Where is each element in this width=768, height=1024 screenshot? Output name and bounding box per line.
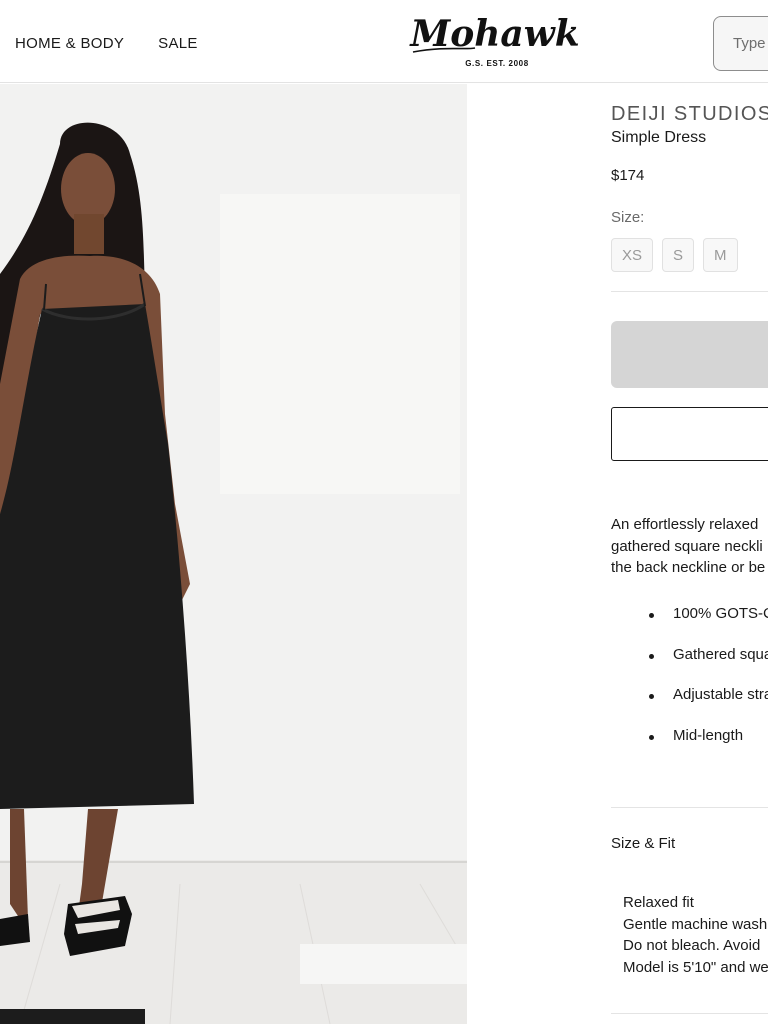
logo-subtitle: G.S. EST. 2008 [465,59,529,68]
size-option-m[interactable]: M [703,238,738,272]
size-fit-line: Relaxed fit [623,894,694,911]
product-description: An effortlessly relaxed gathered square … [611,514,768,579]
feature-list: 100% GOTS-C Gathered squa Adjustable str… [649,605,768,768]
search-input[interactable] [713,16,768,71]
secondary-purchase-button[interactable] [611,407,768,461]
mohawk-logo-icon: Mohawk [408,13,579,55]
size-fit-line: Do not bleach. Avoid [623,937,761,954]
add-to-cart-button[interactable] [611,321,768,388]
product-price: $174 [611,167,645,184]
model-photo [0,84,467,1024]
nav-item-sale[interactable]: SALE [158,35,198,52]
divider [611,291,768,292]
product-page: HOME & BODY SALE Mohawk G.S. EST. 2008 T… [0,0,768,1024]
size-option-xs[interactable]: XS [611,238,654,272]
feature-item: 100% GOTS-C [649,605,768,646]
size-fit-line: Model is 5'10" and we [623,958,768,976]
size-fit-accordion-toggle[interactable]: Size & Fit [611,835,675,852]
size-fit-line: Gentle machine wash [623,915,768,933]
site-logo[interactable]: Mohawk G.S. EST. 2008 [405,12,585,74]
size-selector: XS S M [611,238,738,272]
size-label: Size: [611,209,645,226]
product-title: Simple Dress [611,129,707,146]
size-option-s[interactable]: S [662,238,695,272]
nav-item-home-body[interactable]: HOME & BODY [15,35,124,52]
feature-item: Gathered squa [649,646,768,687]
divider [611,1013,768,1014]
product-brand[interactable]: DEIJI STUDIOS [611,103,768,126]
description-line: gathered square neckli [611,537,763,555]
feature-item: Adjustable stra [649,686,768,727]
description-line: the back neckline or be [611,559,766,576]
feature-item: Mid-length [649,727,768,768]
description-line: An effortlessly relaxed [611,516,759,533]
site-header: HOME & BODY SALE Mohawk G.S. EST. 2008 [0,0,768,83]
divider [611,807,768,808]
product-image[interactable] [0,84,467,1024]
size-fit-details: Relaxed fit Gentle machine wash Do not b… [623,892,768,978]
main-nav: HOME & BODY SALE [15,35,198,52]
